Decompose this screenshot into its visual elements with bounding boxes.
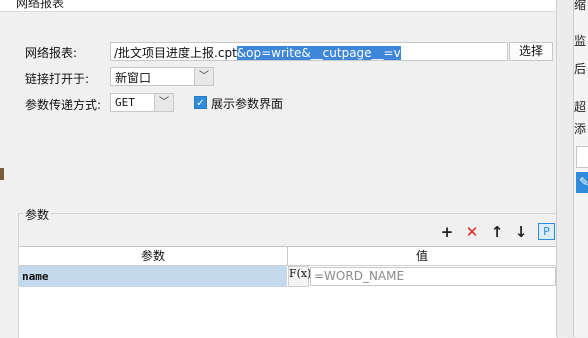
report-path-text: /批文项目进度上报.cpt&op=write&__cutpage__=v [114,44,401,61]
param-name-cell[interactable]: name [19,266,287,287]
move-down-icon[interactable]: ↓ [512,223,530,241]
choose-button[interactable]: 选择 [509,42,553,61]
chevron-down-icon: ﹀ [154,94,173,111]
param-method-label: 参数传递方式: [25,98,102,112]
param-value-field[interactable]: =WORD_NAME [310,267,556,286]
param-method-value: GET [115,96,135,109]
report-path-plain: /批文项目进度上报.cpt [114,46,237,60]
open-in-label: 链接打开于: [25,72,90,86]
right-panel-text-3: 后 [574,62,587,76]
right-panel-text-2: 监 [574,34,587,48]
column-header-value[interactable]: 值 [288,247,556,265]
table-header: 参数 值 [19,247,556,266]
left-edge-marker [0,168,4,180]
right-panel-text-4: 超 [574,100,587,114]
report-path-selected: &op=write&__cutpage__=v [236,46,401,60]
params-group-label: 参数 [23,206,52,223]
right-panel-text-5: 添 [574,122,587,136]
formula-button[interactable]: F(x) [288,266,312,287]
fx-icon: F(x) [289,267,312,280]
chevron-down-icon: ﹀ [194,68,213,85]
right-panel-text-1: 缩 [574,0,587,12]
show-params-checkbox[interactable]: ✓ [194,96,207,109]
param-icon[interactable]: P [538,223,555,240]
report-path-input[interactable]: /批文项目进度上报.cpt&op=write&__cutpage__=v [110,42,508,61]
dialog-title: 网络报表 [16,0,65,10]
dialog-titlebar: 网络报表 [0,0,556,12]
table-row[interactable]: name F(x) =WORD_NAME [19,266,556,287]
show-params-label: 展示参数界面 [211,97,284,111]
edit-icon[interactable]: ✎ [576,172,588,193]
param-method-select[interactable]: GET ﹀ [110,93,174,112]
report-label: 网络报表: [25,46,78,60]
move-up-icon[interactable]: ↑ [488,223,506,241]
dialog-right-edge [556,0,574,337]
delete-icon[interactable]: ✕ [463,223,481,241]
column-header-param[interactable]: 参数 [19,247,287,265]
add-icon[interactable]: + [438,223,456,241]
params-table: 参数 值 name F(x) =WORD_NAME [19,246,556,338]
right-panel-input[interactable] [576,146,588,168]
open-in-value: 新窗口 [115,71,152,85]
open-in-select[interactable]: 新窗口 ﹀ [110,67,214,86]
right-side-panel: 缩 监 后 超 添 ✎ [573,0,588,337]
